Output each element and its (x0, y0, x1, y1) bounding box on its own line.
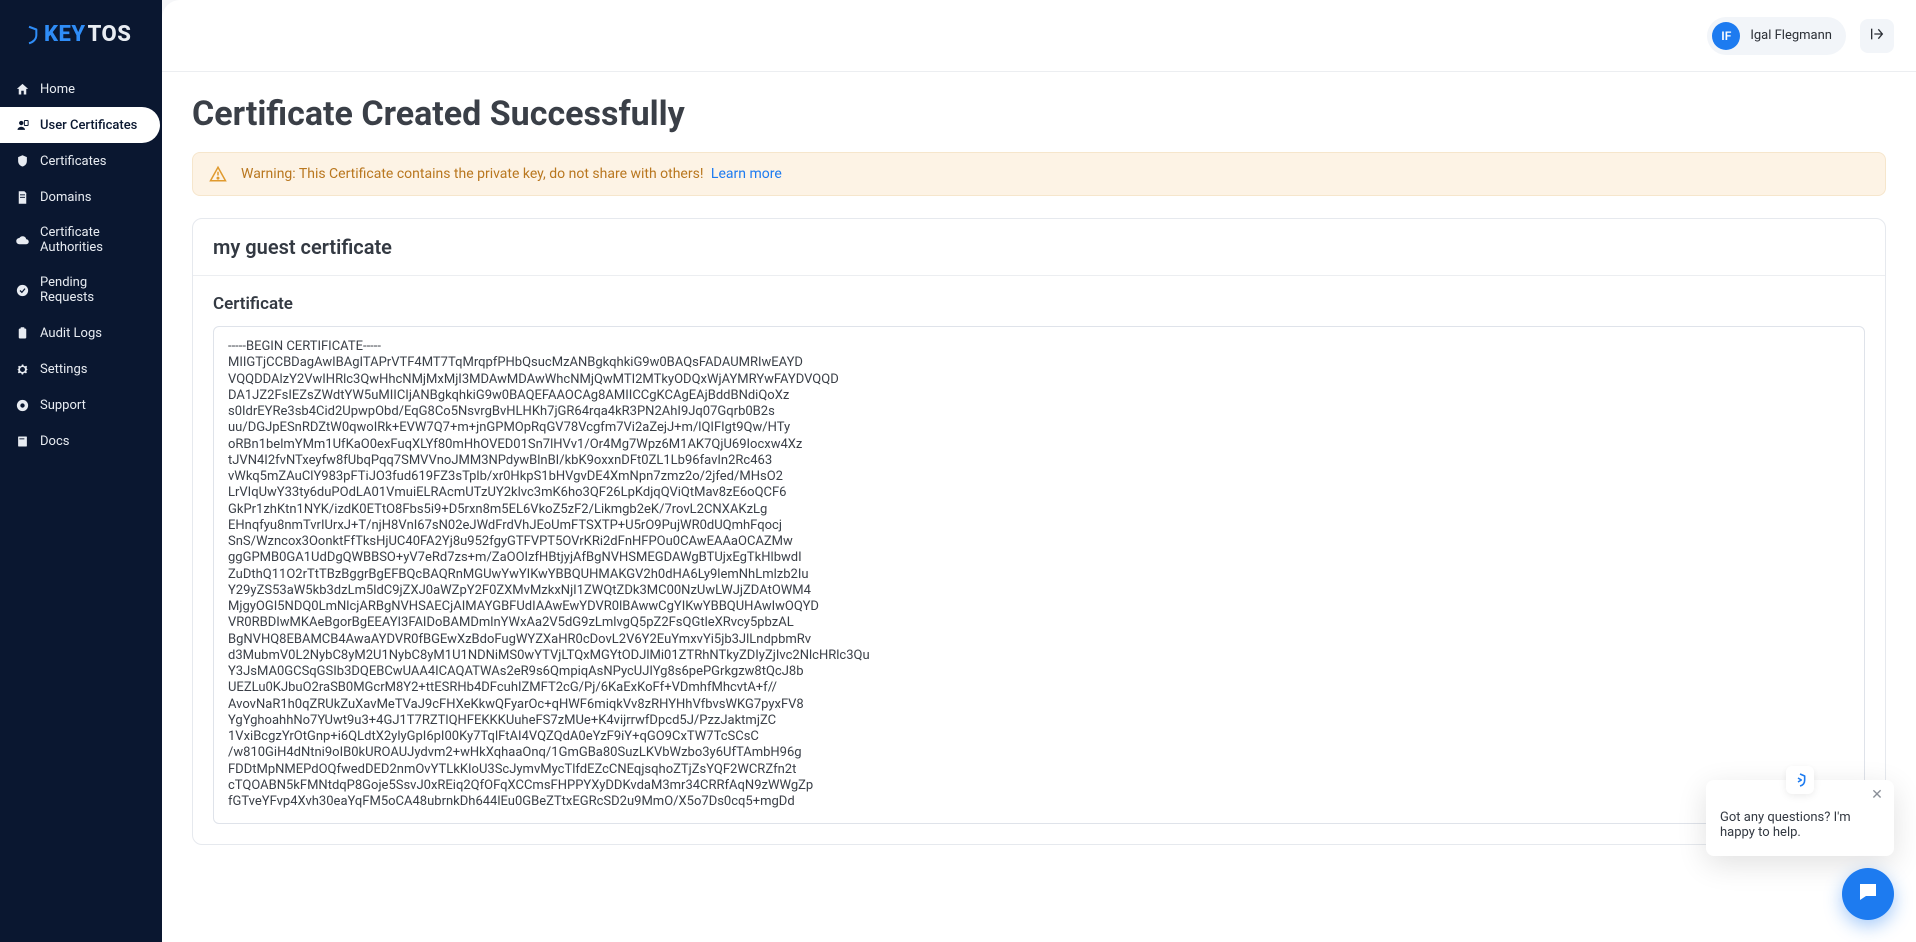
logout-icon (1869, 26, 1885, 46)
warning-icon (209, 165, 227, 183)
sidebar-item-certificate-authorities[interactable]: Certificate Authorities (0, 215, 156, 265)
document-icon (14, 189, 30, 205)
sidebar-item-settings[interactable]: Settings (0, 351, 156, 387)
topbar: IF Igal Flegmann (162, 0, 1916, 72)
sidebar-item-label: Pending Requests (40, 275, 144, 305)
sidebar-item-label: Certificate Authorities (40, 225, 144, 255)
sidebar-item-label: Docs (40, 434, 69, 449)
certificate-name: my guest certificate (193, 219, 1885, 276)
sidebar-item-pending-requests[interactable]: Pending Requests (0, 265, 156, 315)
content: Certificate Created Successfully Warning… (162, 72, 1916, 942)
shield-icon (18, 24, 40, 46)
sidebar-item-label: Certificates (40, 154, 106, 169)
user-name-label: Igal Flegmann (1750, 28, 1832, 43)
shield-small-icon (14, 153, 30, 169)
chat-popover: ✕ Got any questions? I'm happy to help. (1706, 780, 1894, 856)
chat-popover-badge (1786, 766, 1814, 794)
sidebar: KEYTOS Home User Certificates Certificat… (0, 0, 162, 942)
chat-launcher-button[interactable] (1842, 868, 1894, 920)
brand-logo: KEYTOS (0, 0, 162, 71)
logout-button[interactable] (1860, 19, 1894, 53)
page-title: Certificate Created Successfully (192, 94, 1886, 134)
sidebar-item-label: Domains (40, 190, 91, 205)
sidebar-item-certificates[interactable]: Certificates (0, 143, 156, 179)
chat-popover-close[interactable]: ✕ (1868, 786, 1886, 804)
alert-message: Warning: This Certificate contains the p… (241, 166, 703, 182)
sidebar-item-audit-logs[interactable]: Audit Logs (0, 315, 156, 351)
main-area: IF Igal Flegmann Certificate Created Suc… (162, 0, 1916, 942)
user-menu[interactable]: IF Igal Flegmann (1707, 17, 1846, 55)
cloud-icon (14, 232, 30, 248)
certificate-textarea[interactable]: -----BEGIN CERTIFICATE----- MIIGTjCCBDag… (213, 326, 1865, 824)
sidebar-nav: Home User Certificates Certificates Doma… (0, 71, 162, 459)
chat-popover-text: Got any questions? I'm happy to help. (1720, 810, 1880, 840)
lifebuoy-icon (14, 397, 30, 413)
alert-text: Warning: This Certificate contains the p… (241, 166, 782, 182)
gear-icon (14, 361, 30, 377)
book-icon (14, 433, 30, 449)
chat-icon (1856, 880, 1880, 908)
panel-body: Certificate -----BEGIN CERTIFICATE----- … (193, 276, 1885, 844)
sidebar-item-label: User Certificates (40, 118, 137, 133)
clipboard-icon (14, 325, 30, 341)
sidebar-item-label: Home (40, 82, 75, 97)
certificate-panel: my guest certificate Certificate -----BE… (192, 218, 1886, 845)
sidebar-item-support[interactable]: Support (0, 387, 156, 423)
sidebar-item-domains[interactable]: Domains (0, 179, 156, 215)
warning-alert: Warning: This Certificate contains the p… (192, 152, 1886, 196)
user-badge-icon (14, 117, 30, 133)
sidebar-item-label: Support (40, 398, 86, 413)
brand-text-1: KEY (44, 22, 86, 47)
avatar: IF (1712, 22, 1740, 50)
home-icon (14, 81, 30, 97)
sidebar-item-label: Audit Logs (40, 326, 102, 341)
sidebar-item-home[interactable]: Home (0, 71, 156, 107)
certificate-section-label: Certificate (213, 294, 1865, 314)
sidebar-item-user-certificates[interactable]: User Certificates (0, 107, 160, 143)
check-circle-icon (14, 282, 30, 298)
sidebar-item-label: Settings (40, 362, 87, 377)
learn-more-link[interactable]: Learn more (711, 166, 782, 182)
sidebar-item-docs[interactable]: Docs (0, 423, 156, 459)
brand-text-2: TOS (88, 22, 132, 47)
close-icon: ✕ (1871, 787, 1883, 803)
